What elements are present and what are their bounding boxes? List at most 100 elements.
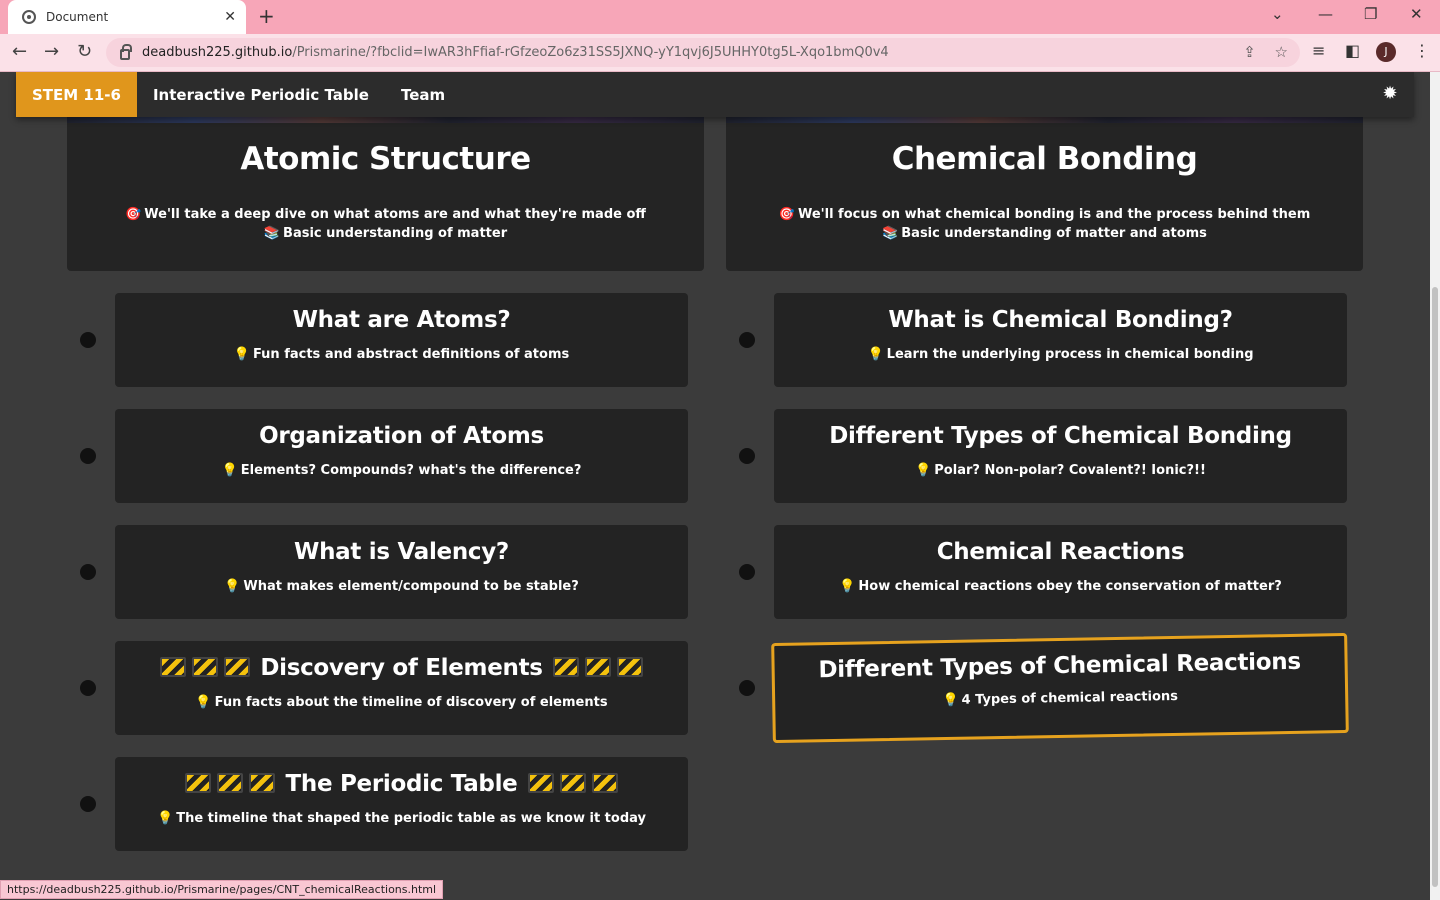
- target-icon: 🎯: [125, 207, 142, 222]
- construction-icon: [592, 773, 619, 793]
- construction-icon: [159, 657, 186, 677]
- forward-icon[interactable]: →: [44, 41, 59, 63]
- theme-toggle-sun-icon[interactable]: ✹: [1380, 84, 1400, 104]
- lesson-card-what-is-chemical-bonding[interactable]: What is Chemical Bonding? 💡 Learn the und…: [774, 293, 1347, 387]
- lesson-subtitle: Fun facts about the timeline of discover…: [214, 695, 608, 710]
- construction-icon: [553, 657, 580, 677]
- lesson-title: Different Types of Chemical Reactions: [818, 648, 1301, 684]
- section-goal: We'll take a deep dive on what atoms are…: [144, 207, 646, 222]
- browser-tab[interactable]: Document ✕: [8, 0, 246, 34]
- construction-icon: [191, 657, 218, 677]
- construction-icon: [223, 657, 250, 677]
- section-title: Chemical Bonding: [891, 141, 1198, 177]
- timeline-dot: [739, 680, 755, 696]
- tab-title: Document: [46, 10, 109, 24]
- lesson-card-what-are-atoms[interactable]: What are Atoms? 💡 Fun facts and abstract …: [115, 293, 688, 387]
- window-close-icon[interactable]: ✕: [1410, 5, 1423, 23]
- lesson-title: Chemical Reactions: [936, 539, 1185, 565]
- site-navbar: STEM 11-6 Interactive Periodic Table Tea…: [16, 72, 1414, 117]
- lesson-subtitle: How chemical reactions obey the conserva…: [858, 579, 1282, 594]
- lightbulb-icon: 💡: [224, 579, 241, 594]
- construction-icon: [184, 773, 211, 793]
- lightbulb-icon: 💡: [157, 811, 174, 826]
- section-header-chemical-bonding: Chemical Bonding 🎯 We'll focus on what ch…: [726, 117, 1363, 271]
- lesson-title: Discovery of Elements: [260, 655, 543, 681]
- timeline-dot: [80, 796, 96, 812]
- lesson-subtitle: Fun facts and abstract definitions of at…: [252, 347, 570, 362]
- section-prereq: Basic understanding of matter and atoms: [901, 226, 1207, 241]
- address-bar[interactable]: deadbush225.github.io/Prismarine/?fbclid…: [106, 38, 1300, 67]
- header-banner-image: [726, 117, 1363, 123]
- lesson-card-types-of-chemical-reactions[interactable]: Different Types of Chemical Reactions 💡 4…: [771, 632, 1349, 744]
- url-host: deadbush225.github.io: [142, 45, 293, 60]
- tab-close-icon[interactable]: ✕: [224, 9, 236, 25]
- tab-search-icon[interactable]: ⌄: [1271, 5, 1284, 23]
- lock-icon[interactable]: [120, 44, 132, 60]
- lesson-title: The Periodic Table: [285, 771, 518, 797]
- scrollbar-thumb[interactable]: [1432, 287, 1438, 887]
- share-icon[interactable]: ⇪: [1243, 43, 1256, 61]
- construction-icon: [560, 773, 587, 793]
- lesson-subtitle: Polar? Non-polar? Covalent?! Ionic?!!: [934, 463, 1206, 478]
- header-banner-image: [67, 117, 704, 123]
- lesson-title: Organization of Atoms: [259, 423, 544, 449]
- side-panel-icon[interactable]: ◧: [1345, 41, 1360, 60]
- section-header-atomic-structure: Atomic Structure 🎯 We'll take a deep dive…: [67, 117, 704, 271]
- lesson-card-organization-of-atoms[interactable]: Organization of Atoms 💡 Elements? Compoun…: [115, 409, 688, 503]
- media-control-icon[interactable]: ≡: [1312, 41, 1325, 60]
- lesson-title: Different Types of Chemical Bonding: [829, 423, 1292, 449]
- lesson-title: What are Atoms?: [292, 307, 511, 333]
- timeline-dot: [739, 564, 755, 580]
- globe-icon: [22, 10, 36, 24]
- section-prereq: Basic understanding of matter: [283, 226, 508, 241]
- timeline-dot: [80, 448, 96, 464]
- lightbulb-icon: 💡: [195, 695, 212, 710]
- omnibox-icons: ⇪ ☆: [1243, 43, 1288, 61]
- lesson-card-chemical-reactions[interactable]: Chemical Reactions 💡 How chemical reactio…: [774, 525, 1347, 619]
- books-icon: 📚: [263, 226, 281, 241]
- menu-kebab-icon[interactable]: ⋮: [1414, 41, 1430, 60]
- lesson-subtitle: Elements? Compounds? what's the differen…: [240, 463, 582, 478]
- construction-icon: [585, 657, 612, 677]
- lesson-title: What is Valency?: [294, 539, 509, 565]
- timeline-dot: [80, 680, 96, 696]
- minimize-icon[interactable]: —: [1318, 5, 1333, 23]
- construction-icon: [248, 773, 275, 793]
- url-text[interactable]: deadbush225.github.io/Prismarine/?fbclid…: [142, 45, 889, 60]
- lightbulb-icon: 💡: [867, 347, 884, 362]
- page-viewport: STEM 11-6 Interactive Periodic Table Tea…: [0, 72, 1430, 900]
- reload-icon[interactable]: ↻: [77, 41, 92, 63]
- new-tab-button[interactable]: +: [258, 5, 275, 27]
- page-scrollbar[interactable]: [1430, 72, 1440, 900]
- profile-avatar[interactable]: J: [1376, 42, 1396, 62]
- bookmark-star-icon[interactable]: ☆: [1275, 43, 1288, 61]
- books-icon: 📚: [882, 226, 899, 241]
- browser-tab-strip: Document ✕ + ⌄ — ❐ ✕: [0, 0, 1440, 34]
- nav-link-periodic-table[interactable]: Interactive Periodic Table: [153, 86, 369, 104]
- section-title: Atomic Structure: [240, 141, 531, 177]
- lesson-subtitle: Learn the underlying process in chemical…: [886, 347, 1254, 362]
- lesson-card-discovery-of-elements[interactable]: Discovery of Elements 💡 Fun facts about t…: [115, 641, 688, 735]
- timeline-dot: [80, 564, 96, 580]
- lesson-card-types-of-chemical-bonding[interactable]: Different Types of Chemical Bonding 💡 Pol…: [774, 409, 1347, 503]
- lightbulb-icon: 💡: [839, 579, 856, 594]
- lightbulb-icon: 💡: [915, 463, 932, 478]
- timeline-dot: [80, 332, 96, 348]
- lesson-title: What is Chemical Bonding?: [888, 307, 1233, 333]
- lightbulb-icon: 💡: [942, 692, 959, 709]
- restore-icon[interactable]: ❐: [1364, 5, 1377, 23]
- lesson-card-periodic-table[interactable]: The Periodic Table 💡 The timeline that sh…: [115, 757, 688, 851]
- lesson-subtitle: What makes element/compound to be stable…: [243, 579, 579, 594]
- lesson-subtitle: The timeline that shaped the periodic ta…: [176, 811, 646, 826]
- construction-icon: [528, 773, 555, 793]
- lesson-card-valency[interactable]: What is Valency? 💡 What makes element/com…: [115, 525, 688, 619]
- nav-link-team[interactable]: Team: [401, 86, 445, 104]
- link-status-bar: https://deadbush225.github.io/Prismarine…: [0, 880, 444, 899]
- construction-icon: [216, 773, 243, 793]
- section-goal: We'll focus on what chemical bonding is …: [797, 207, 1311, 222]
- lightbulb-icon: 💡: [221, 463, 238, 478]
- brand-link[interactable]: STEM 11-6: [16, 72, 137, 117]
- back-icon[interactable]: ←: [12, 41, 27, 63]
- target-icon: 🎯: [778, 207, 795, 222]
- timeline-dot: [739, 448, 755, 464]
